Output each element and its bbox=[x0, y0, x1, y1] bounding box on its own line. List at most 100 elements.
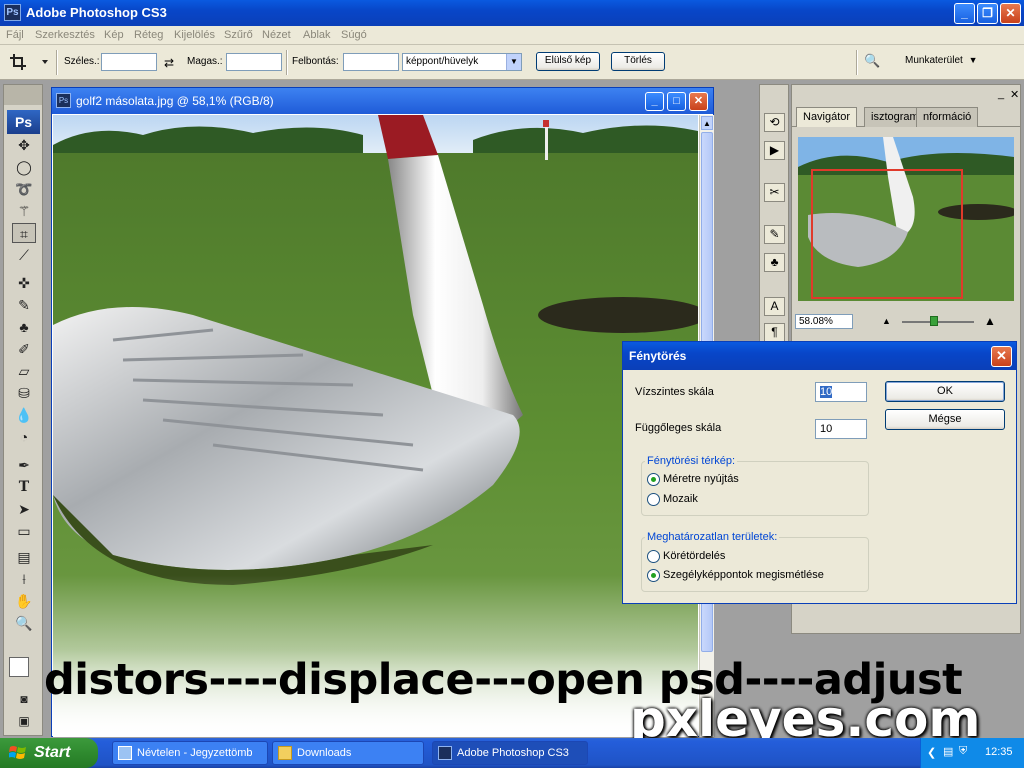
zoom-tool-icon[interactable]: 🔍 bbox=[12, 613, 36, 633]
restore-button[interactable]: ❐ bbox=[977, 3, 998, 24]
photoshop-logo-icon: Ps bbox=[4, 4, 21, 21]
scroll-up-icon[interactable]: ▲ bbox=[701, 116, 713, 130]
navigator-thumbnail[interactable] bbox=[798, 137, 1014, 301]
move-tool-icon[interactable]: ✥ bbox=[12, 135, 36, 155]
tool-presets-icon[interactable]: ✂ bbox=[764, 183, 785, 202]
healing-brush-tool-icon[interactable]: ✜ bbox=[12, 273, 36, 293]
horizontal-scale-input[interactable]: 10 bbox=[815, 382, 867, 402]
dialog-title-bar[interactable]: Fénytörés ✕ bbox=[623, 342, 1016, 370]
document-minimize-button[interactable]: _ bbox=[645, 92, 664, 111]
tab-info[interactable]: nformáció bbox=[916, 107, 979, 127]
clone-source-icon[interactable]: ♣ bbox=[764, 253, 785, 272]
tab-navigator[interactable]: Navigátor bbox=[796, 107, 858, 127]
eyedropper-tool-icon[interactable]: ⟊ bbox=[12, 569, 36, 589]
screen-mode-icon[interactable]: ▣ bbox=[12, 711, 36, 731]
menu-edit[interactable]: Szerkesztés bbox=[35, 29, 95, 41]
pen-tool-icon[interactable]: ✒ bbox=[12, 455, 36, 475]
navigator-zoom-input[interactable]: 58.08% bbox=[795, 314, 853, 329]
zoom-in-icon[interactable]: ▲ bbox=[984, 314, 996, 328]
stretch-to-fit-radio[interactable] bbox=[647, 473, 660, 486]
menu-view[interactable]: Nézet bbox=[262, 29, 291, 41]
history-panel-icon[interactable]: ⟲ bbox=[764, 113, 785, 132]
wrap-around-radio[interactable] bbox=[647, 550, 660, 563]
workspace-menu[interactable]: Munkaterület ▼ bbox=[905, 55, 978, 66]
minimize-button[interactable]: _ bbox=[954, 3, 975, 24]
panel-minimize-button[interactable]: _ bbox=[998, 88, 1004, 100]
magic-wand-tool-icon[interactable]: ⚚ bbox=[12, 201, 36, 221]
network-icon[interactable]: ▤ bbox=[943, 745, 953, 758]
resolution-input[interactable] bbox=[343, 53, 399, 71]
notes-tool-icon[interactable]: ▤ bbox=[12, 547, 36, 567]
undefined-areas-label: Meghatározatlan területek: bbox=[645, 531, 780, 543]
navigator-zoom-slider[interactable] bbox=[902, 321, 974, 323]
ok-button[interactable]: OK bbox=[885, 381, 1005, 402]
panel-close-button[interactable]: ✕ bbox=[1010, 88, 1019, 101]
width-input[interactable] bbox=[101, 53, 157, 71]
document-maximize-button[interactable]: □ bbox=[667, 92, 686, 111]
menu-help[interactable]: Súgó bbox=[341, 29, 367, 41]
wrap-around-label[interactable]: Körétördelés bbox=[663, 550, 725, 562]
tool-preset-picker[interactable] bbox=[6, 51, 50, 73]
zoom-slider-handle[interactable] bbox=[930, 316, 938, 326]
foreground-color-swatch[interactable] bbox=[9, 657, 29, 677]
repeat-edge-pixels-radio[interactable] bbox=[647, 569, 660, 582]
start-button[interactable]: Start bbox=[0, 738, 98, 768]
paint-bucket-tool-icon[interactable]: ⛁ bbox=[12, 383, 36, 403]
marquee-tool-icon[interactable]: ◯ bbox=[12, 157, 36, 177]
navigator-preview-image bbox=[798, 137, 1014, 301]
actions-panel-icon[interactable]: ▶ bbox=[764, 141, 785, 160]
lasso-tool-icon[interactable]: ➰ bbox=[12, 179, 36, 199]
dodge-tool-icon[interactable]: ◔ bbox=[12, 427, 36, 447]
toolbox-grip[interactable] bbox=[4, 85, 42, 105]
menu-image[interactable]: Kép bbox=[104, 29, 124, 41]
crop-tool-icon[interactable]: ⌗ bbox=[12, 223, 36, 243]
path-selection-tool-icon[interactable]: ➤ bbox=[12, 499, 36, 519]
hand-tool-icon[interactable]: ✋ bbox=[12, 591, 36, 611]
height-label: Magas.: bbox=[187, 56, 223, 67]
document-close-button[interactable]: ✕ bbox=[689, 92, 708, 111]
height-input[interactable] bbox=[226, 53, 282, 71]
quick-mask-icon[interactable]: ◙ bbox=[12, 689, 36, 709]
document-title-bar[interactable]: Ps golf2 másolata.jpg @ 58,1% (RGB/8) _ … bbox=[52, 88, 713, 114]
eraser-tool-icon[interactable]: ▱ bbox=[12, 361, 36, 381]
menu-select[interactable]: Kijelölés bbox=[174, 29, 215, 41]
clone-stamp-tool-icon[interactable]: ♣ bbox=[12, 317, 36, 337]
zoom-out-icon[interactable]: ▲ bbox=[882, 316, 891, 326]
menu-layer[interactable]: Réteg bbox=[134, 29, 163, 41]
repeat-edge-pixels-label[interactable]: Szegélyképpontok megismétlése bbox=[663, 569, 824, 581]
vertical-scale-input[interactable]: 10 bbox=[815, 419, 867, 439]
taskbar-item-photoshop[interactable]: Adobe Photoshop CS3 bbox=[432, 741, 588, 765]
tile-label[interactable]: Mozaik bbox=[663, 493, 698, 505]
history-brush-tool-icon[interactable]: ✐ bbox=[12, 339, 36, 359]
swap-dimensions-icon[interactable]: ⇄ bbox=[164, 56, 174, 70]
toolbox-ps-badge[interactable]: Ps bbox=[7, 110, 40, 134]
front-image-button[interactable]: Elülső kép bbox=[536, 52, 600, 71]
taskbar: Start Névtelen - Jegyzettömb Downloads A… bbox=[0, 738, 1024, 768]
character-panel-icon[interactable]: A bbox=[764, 297, 785, 316]
close-button[interactable]: ✕ bbox=[1000, 3, 1021, 24]
app-title-bar: Ps Adobe Photoshop CS3 _ ❐ ✕ bbox=[0, 0, 1024, 26]
taskbar-item-notepad[interactable]: Névtelen - Jegyzettömb bbox=[112, 741, 268, 765]
security-shield-icon[interactable]: ⛨ bbox=[959, 745, 967, 758]
document-title: golf2 másolata.jpg @ 58,1% (RGB/8) bbox=[76, 94, 274, 108]
brush-tool-icon[interactable]: ✎ bbox=[12, 295, 36, 315]
stretch-to-fit-label[interactable]: Méretre nyújtás bbox=[663, 473, 739, 485]
slice-tool-icon[interactable]: ⟋ bbox=[12, 245, 36, 265]
blur-tool-icon[interactable]: 💧 bbox=[12, 405, 36, 425]
menu-filter[interactable]: Szűrő bbox=[224, 29, 253, 41]
clear-button[interactable]: Törlés bbox=[611, 52, 665, 71]
shape-tool-icon[interactable]: ▭ bbox=[12, 521, 36, 541]
cancel-button[interactable]: Mégse bbox=[885, 409, 1005, 430]
paragraph-panel-icon[interactable]: ¶ bbox=[764, 323, 785, 342]
menu-window[interactable]: Ablak bbox=[303, 29, 331, 41]
type-tool-icon[interactable]: T bbox=[12, 477, 36, 497]
resolution-unit-select[interactable]: képpont/hüvelyk ▼ bbox=[402, 53, 522, 71]
bridge-icon[interactable]: 🔍 bbox=[864, 53, 886, 71]
image-canvas[interactable] bbox=[53, 115, 698, 737]
tray-expand-icon[interactable]: ❮ bbox=[927, 746, 936, 759]
menu-file[interactable]: Fájl bbox=[6, 29, 24, 41]
dialog-close-button[interactable]: ✕ bbox=[991, 346, 1012, 367]
taskbar-item-downloads[interactable]: Downloads bbox=[272, 741, 424, 765]
tile-radio[interactable] bbox=[647, 493, 660, 506]
brushes-panel-icon[interactable]: ✎ bbox=[764, 225, 785, 244]
